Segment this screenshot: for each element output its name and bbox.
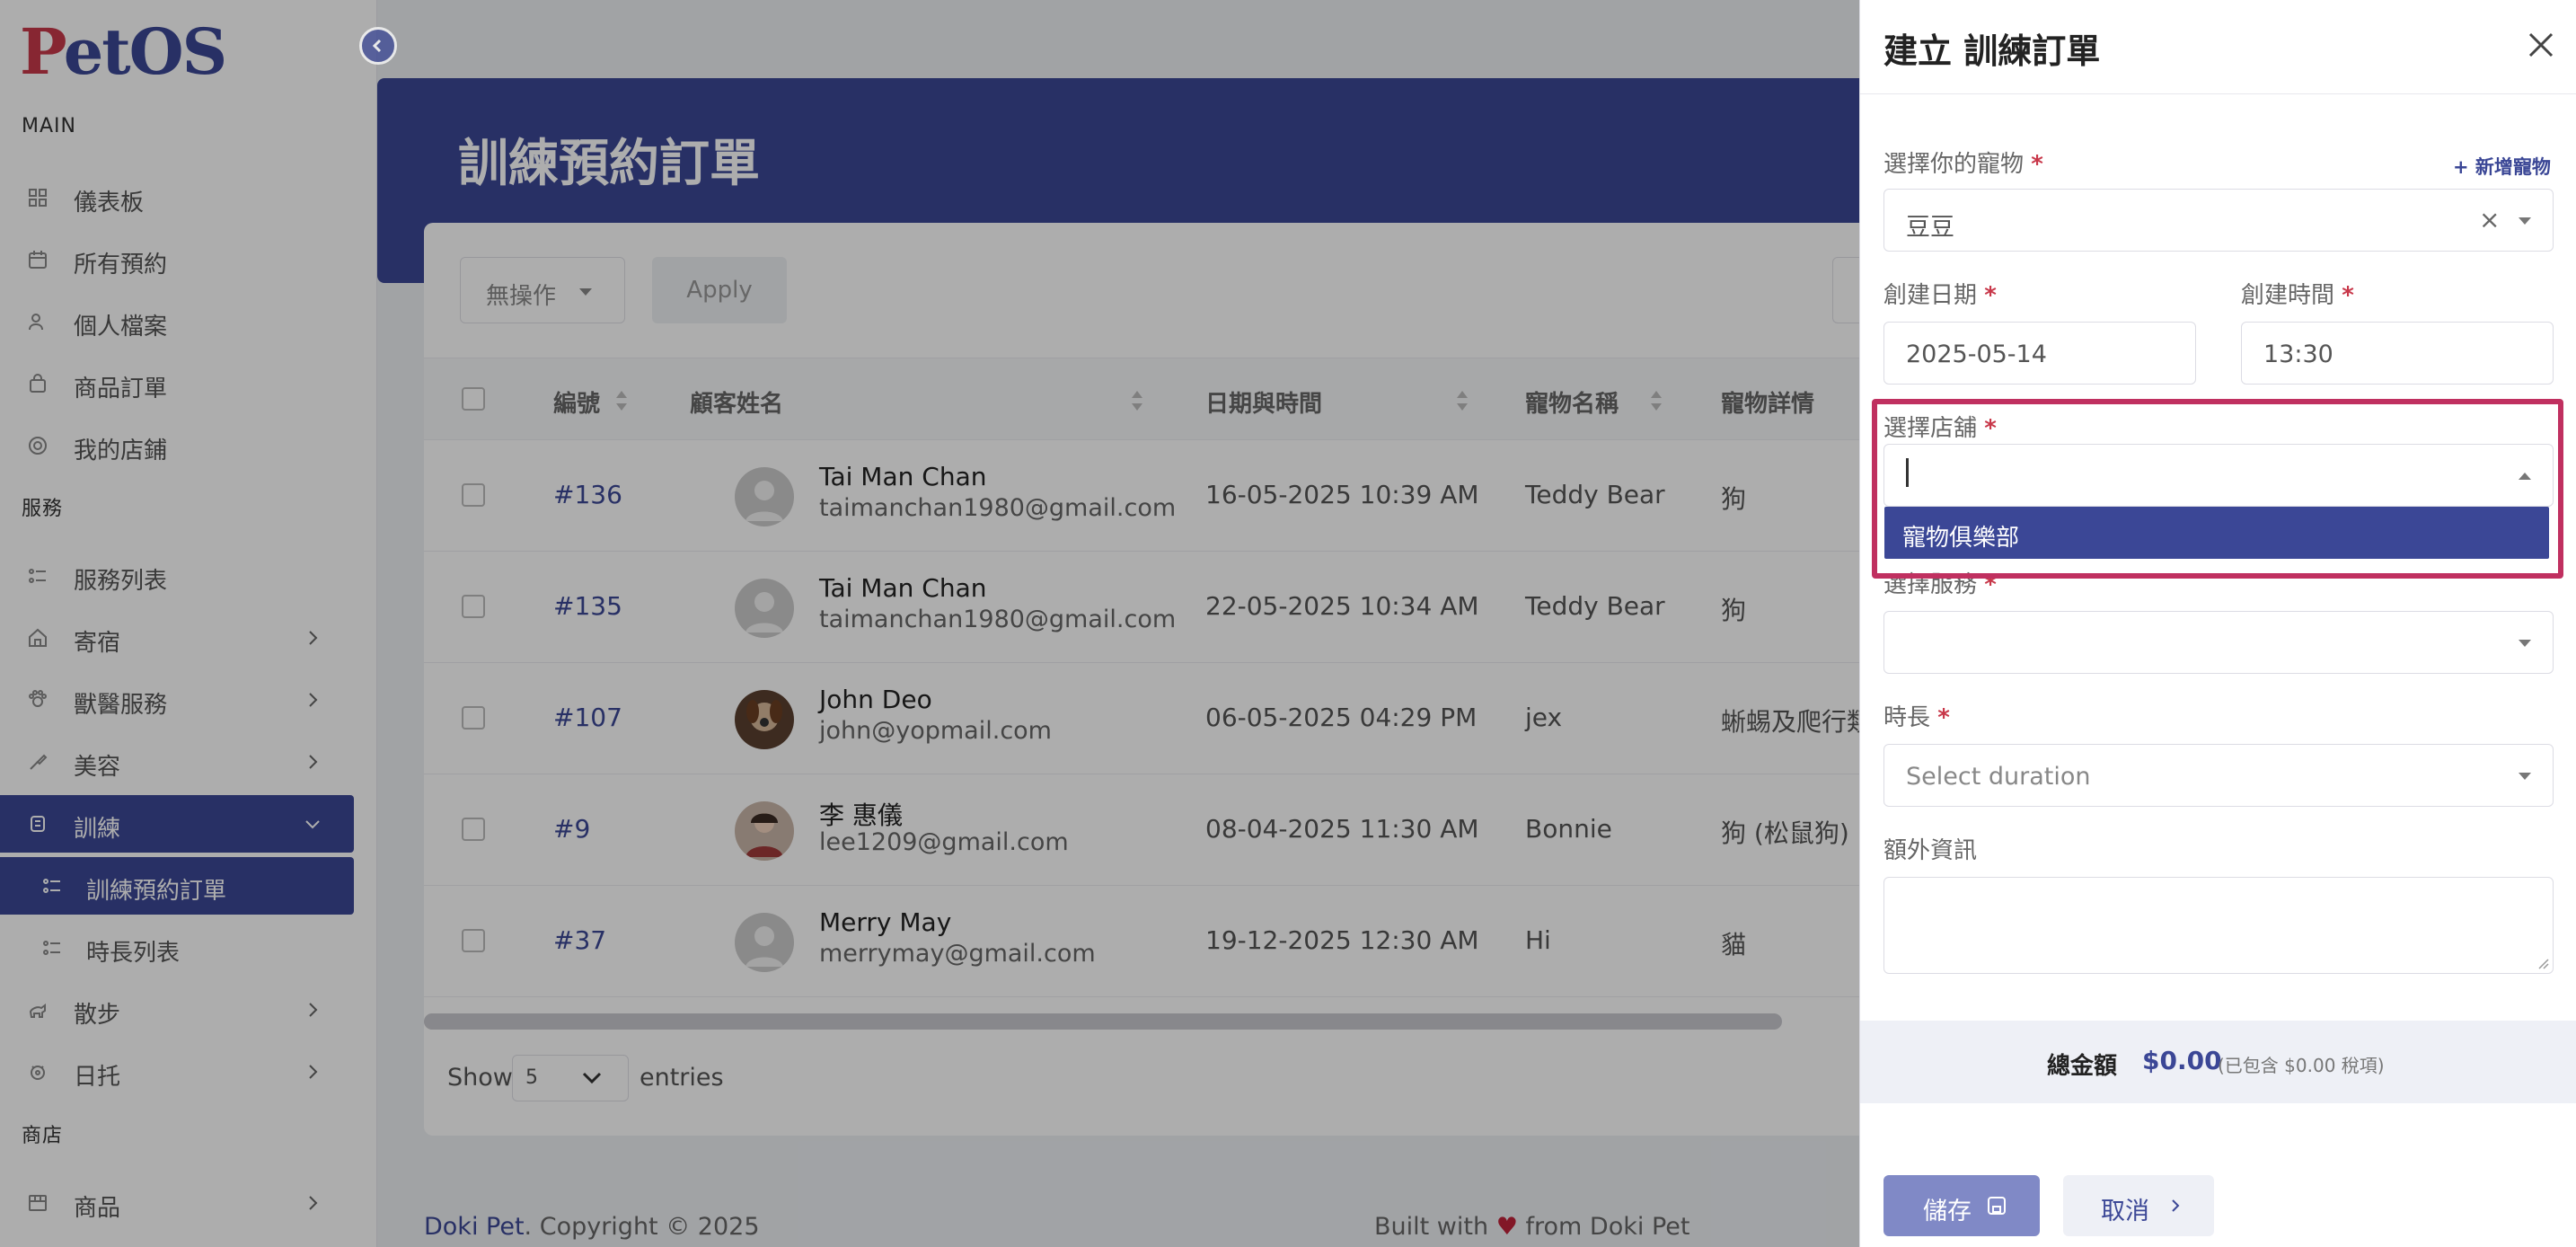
close-icon[interactable] xyxy=(2525,29,2557,61)
total-bar: 總金額 $0.00 (已包含 $0.00 稅項) xyxy=(1860,1021,2576,1103)
service-select[interactable] xyxy=(1883,611,2554,674)
total-amount: $0.00 xyxy=(2142,1046,2222,1075)
caret-down-icon xyxy=(2519,217,2531,225)
save-button[interactable]: 儲存 xyxy=(1883,1175,2040,1236)
cancel-button-label: 取消 xyxy=(2101,1198,2149,1225)
save-icon xyxy=(1988,1197,2006,1215)
sidebar-collapse-button[interactable] xyxy=(359,27,397,65)
drawer-title: 建立 訓練訂單 xyxy=(1883,31,2101,71)
caret-down-icon xyxy=(2519,640,2531,647)
add-pet-link[interactable]: + 新增寵物 xyxy=(2453,153,2551,180)
time-label: 創建時間 * xyxy=(2241,282,2354,309)
time-input[interactable]: 13:30 xyxy=(2241,322,2554,385)
caret-down-icon xyxy=(2519,773,2531,780)
total-label: 總金額 xyxy=(2047,1053,2118,1080)
chevron-right-icon xyxy=(2172,1199,2180,1212)
date-input[interactable]: 2025-05-14 xyxy=(1883,322,2196,385)
date-input-value: 2025-05-14 xyxy=(1906,340,2047,368)
clear-icon[interactable]: × xyxy=(2479,208,2500,233)
drawer-divider xyxy=(1860,93,2576,94)
extra-info-label: 額外資訊 xyxy=(1883,837,1978,864)
extra-info-textarea[interactable] xyxy=(1883,877,2554,974)
chevron-left-icon xyxy=(372,39,382,53)
save-button-label: 儲存 xyxy=(1923,1198,1972,1225)
resize-handle-icon[interactable] xyxy=(2536,957,2549,969)
date-label: 創建日期 * xyxy=(1883,282,1997,309)
create-training-order-drawer: 建立 訓練訂單 選擇你的寵物 * + 新增寵物 豆豆 × 創建日期 * 2025… xyxy=(1859,0,2576,1247)
pet-select[interactable]: 豆豆 × xyxy=(1883,189,2554,252)
pet-select-value: 豆豆 xyxy=(1906,214,1954,242)
duration-select[interactable]: Select duration xyxy=(1883,744,2554,807)
duration-label: 時長 * xyxy=(1883,704,1950,731)
total-tax: (已包含 $0.00 稅項) xyxy=(2218,1055,2385,1076)
duration-placeholder: Select duration xyxy=(1906,763,2091,791)
cancel-button[interactable]: 取消 xyxy=(2063,1175,2214,1236)
time-input-value: 13:30 xyxy=(2263,340,2333,368)
highlight-box xyxy=(1872,399,2563,579)
modal-backdrop[interactable] xyxy=(0,0,1859,1247)
pet-label: 選擇你的寵物 * xyxy=(1883,151,2043,178)
